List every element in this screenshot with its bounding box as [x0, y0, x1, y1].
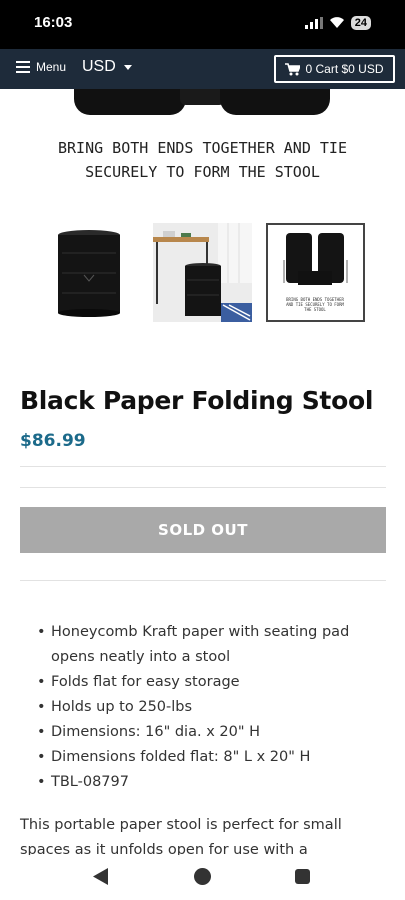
menu-label: Menu	[36, 60, 67, 74]
recent-apps-icon[interactable]	[295, 869, 310, 884]
currency-selector[interactable]: USD	[82, 58, 132, 76]
divider	[20, 487, 386, 488]
thumbnail-2[interactable]	[153, 223, 252, 322]
stool-half-left	[74, 89, 186, 115]
sold-out-button[interactable]: SOLD OUT	[20, 507, 386, 553]
thumbnail-3-caption: BRING BOTH ENDS TOGETHER AND TIE SECUREL…	[286, 297, 344, 312]
feature-list: Honeycomb Kraft paper with seating pad o…	[20, 620, 386, 795]
status-icons: 24	[304, 16, 371, 30]
currency-value: USD	[82, 58, 116, 75]
hero-caption-line1: BRING BOTH ENDS TOGETHER AND TIE	[58, 139, 347, 157]
stool-hinge	[180, 89, 225, 105]
thumbnail-3-selected[interactable]: BRING BOTH ENDS TOGETHER AND TIE SECUREL…	[266, 223, 365, 322]
cart-label: 0 Cart $0 USD	[305, 62, 384, 76]
list-item: TBL-08797	[20, 770, 386, 795]
list-item: Dimensions: 16" dia. x 20" H	[20, 720, 386, 745]
status-bar: 16:03 24	[0, 0, 405, 49]
thumbnail-1[interactable]	[40, 223, 139, 322]
product-price: $86.99	[20, 431, 86, 451]
list-item: Honeycomb Kraft paper with seating pad o…	[20, 620, 386, 670]
list-item: Folds flat for easy storage	[20, 670, 386, 695]
thumbnail-gallery: BRING BOTH ENDS TOGETHER AND TIE SECUREL…	[0, 223, 405, 323]
hero-caption-line2: SECURELY TO FORM THE STOOL	[85, 163, 320, 181]
room-scene-image	[153, 223, 252, 322]
hero-caption: BRING BOTH ENDS TOGETHER AND TIE SECUREL…	[0, 136, 405, 184]
menu-button[interactable]: Menu	[16, 60, 66, 74]
cart-icon	[285, 62, 301, 75]
divider	[20, 466, 386, 467]
list-item: Holds up to 250-lbs	[20, 695, 386, 720]
home-icon[interactable]	[194, 868, 211, 885]
cart-button[interactable]: 0 Cart $0 USD	[274, 55, 395, 83]
back-icon[interactable]	[93, 868, 109, 885]
wifi-icon	[329, 17, 344, 28]
stool-half-right	[220, 89, 330, 115]
product-title: Black Paper Folding Stool	[20, 386, 374, 415]
top-navbar: Menu USD 0 Cart $0 USD	[0, 49, 405, 89]
battery-indicator: 24	[350, 16, 371, 30]
signal-icon	[304, 17, 323, 29]
caret-down-icon	[123, 64, 132, 70]
list-item: Dimensions folded flat: 8" L x 20" H	[20, 745, 386, 770]
hamburger-icon	[16, 61, 30, 73]
system-navigation-bar	[0, 855, 405, 900]
status-time: 16:03	[34, 14, 73, 31]
divider	[20, 580, 386, 581]
stool-thumbnail-image	[58, 230, 120, 317]
product-main-image[interactable]: BRING BOTH ENDS TOGETHER AND TIE SECUREL…	[0, 89, 405, 199]
